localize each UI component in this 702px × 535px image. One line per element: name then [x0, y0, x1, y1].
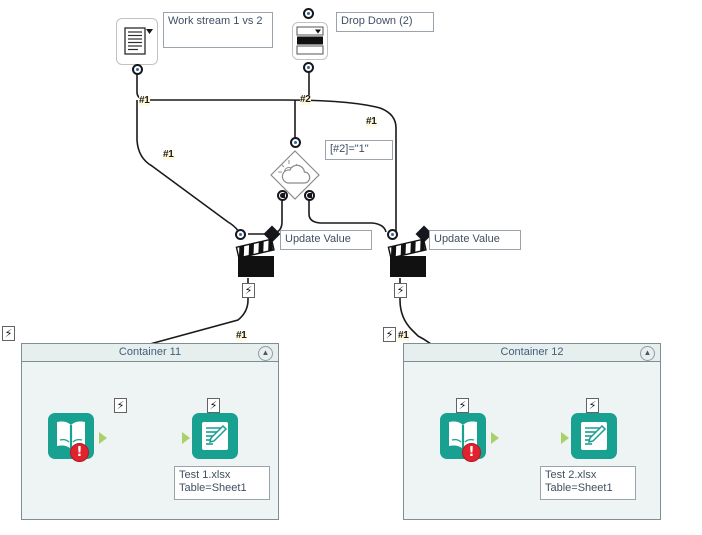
drop-down-top-port[interactable]: [303, 8, 314, 19]
update-value-node-1[interactable]: [234, 238, 278, 280]
container-11-title: Container 11: [118, 346, 182, 358]
clapperboard-icon: [387, 238, 427, 277]
workflow-canvas[interactable]: Work stream 1 vs 2 Drop Down (2) #1 #2 #…: [0, 0, 702, 535]
wire-tag-container11-in: #1: [236, 330, 247, 341]
read-node-1-lightning-icon: ⚡: [114, 398, 127, 413]
update-value-1-label: Update Value: [280, 230, 372, 250]
file-label-2: Test 2.xlsx Table=Sheet1: [540, 466, 636, 500]
write-node-1-input-port[interactable]: [182, 432, 190, 444]
wire-tag-container12-in: #1: [398, 330, 409, 341]
condition-expression-label: [#2]="1": [325, 140, 393, 160]
container-12-title: Container 12: [500, 346, 564, 358]
write-node-2-lightning-icon: ⚡: [586, 398, 599, 413]
container-11-chevron-up-icon[interactable]: ▲: [258, 346, 273, 361]
read-node-1-output-port[interactable]: [99, 432, 107, 444]
condition-input-port[interactable]: [290, 137, 301, 148]
wire-tag-dropdown-out: #2: [300, 94, 311, 105]
container-11-header[interactable]: Container 11 ▲: [22, 344, 278, 362]
read-node-2-error-badge[interactable]: !: [462, 443, 481, 462]
write-excel-node-2[interactable]: [571, 413, 617, 459]
container-12-header[interactable]: Container 12 ▲: [404, 344, 660, 362]
read-excel-node-1[interactable]: !: [48, 413, 94, 462]
read-node-2-lightning-icon: ⚡: [456, 398, 469, 413]
container-12-body: ⚡ ! ⚡ Test 2.xlsx Table=Sheet1: [404, 362, 660, 519]
wire-tag-doc-down: #1: [163, 149, 174, 160]
write-excel-node-1[interactable]: [192, 413, 238, 459]
read-node-1-error-badge[interactable]: !: [70, 443, 89, 462]
write-node-2-input-port[interactable]: [561, 432, 569, 444]
update-value-2-label: Update Value: [429, 230, 521, 250]
container12-entry-lightning-icon: ⚡: [383, 327, 396, 342]
drop-down-node[interactable]: [292, 22, 328, 60]
read-node-2-output-port[interactable]: [491, 432, 499, 444]
work-stream-label: Work stream 1 vs 2: [163, 12, 273, 48]
document-source-node[interactable]: [116, 18, 158, 65]
write-node-1-lightning-icon: ⚡: [207, 398, 220, 413]
condition-output-true-port[interactable]: [304, 190, 315, 201]
canvas-entry-lightning-icon: ⚡: [2, 326, 15, 341]
container-12-chevron-up-icon[interactable]: ▲: [640, 346, 655, 361]
document-edit-icon: [202, 422, 228, 450]
clapperboard-icon: [235, 238, 275, 277]
condition-output-false-port[interactable]: [277, 190, 288, 201]
document-list-icon: [124, 27, 153, 55]
wire-doc-to-bus: [136, 70, 283, 101]
drop-down-icon: [296, 26, 324, 55]
update-value-1-lightning-icon: ⚡: [242, 283, 255, 298]
document-source-output-port[interactable]: [132, 64, 143, 75]
container-11-body: ⚡ ! ⚡ Test 1.xlsx Table=Sheet1: [22, 362, 278, 519]
file-label-1: Test 1.xlsx Table=Sheet1: [174, 466, 270, 500]
document-edit-icon: [581, 422, 607, 450]
read-excel-node-2[interactable]: !: [440, 413, 486, 462]
drop-down-label: Drop Down (2): [336, 12, 434, 32]
drop-down-output-port[interactable]: [303, 62, 314, 73]
wire-tag-doc-out: #1: [139, 95, 150, 106]
container-12[interactable]: Container 12 ▲ ⚡ ! ⚡ Test 2.xlsx Table=S…: [403, 343, 661, 520]
container-11[interactable]: Container 11 ▲ ⚡ ! ⚡ Test 1.xlsx Table=S…: [21, 343, 279, 520]
wire-tag-branch-right: #1: [366, 116, 377, 127]
wire-doc-to-update1: [136, 100, 241, 236]
update-value-2-lightning-icon: ⚡: [394, 283, 407, 298]
update-value-node-2[interactable]: [386, 238, 430, 280]
